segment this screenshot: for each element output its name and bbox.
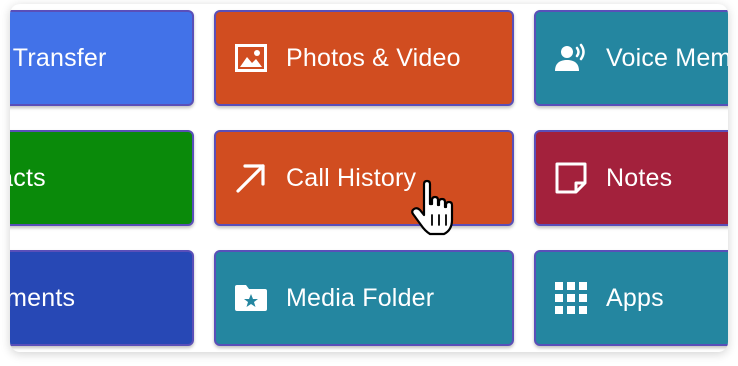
tile-documents-label: uments — [10, 283, 76, 312]
tile-media-folder[interactable]: Media Folder — [214, 250, 514, 346]
apps-grid-icon — [554, 281, 588, 315]
tile-notes[interactable]: Notes — [534, 130, 728, 226]
tile-documents[interactable]: uments — [10, 250, 194, 346]
tile-grid-panel: o Transfer Photos & Video Voice Memo tac… — [10, 4, 728, 352]
tile-voice-memo[interactable]: Voice Memo — [534, 10, 728, 106]
tile-call-history-label: Call History — [286, 163, 417, 192]
arrow-up-right-icon — [234, 161, 268, 195]
tile-media-folder-label: Media Folder — [286, 283, 435, 312]
tile-contacts[interactable]: tacts — [10, 130, 194, 226]
tile-transfer[interactable]: o Transfer — [10, 10, 194, 106]
tile-transfer-label: o Transfer — [10, 43, 107, 72]
tile-voice-memo-label: Voice Memo — [606, 43, 728, 72]
folder-star-icon — [234, 281, 268, 315]
tile-contacts-label: tacts — [10, 163, 46, 192]
tile-apps[interactable]: Apps — [534, 250, 728, 346]
voice-icon — [554, 41, 588, 75]
tile-notes-label: Notes — [606, 163, 673, 192]
tile-apps-label: Apps — [606, 283, 664, 312]
tile-photos-video-label: Photos & Video — [286, 43, 461, 72]
note-icon — [554, 161, 588, 195]
image-icon — [234, 41, 268, 75]
tile-photos-video[interactable]: Photos & Video — [214, 10, 514, 106]
tile-call-history[interactable]: Call History — [214, 130, 514, 226]
